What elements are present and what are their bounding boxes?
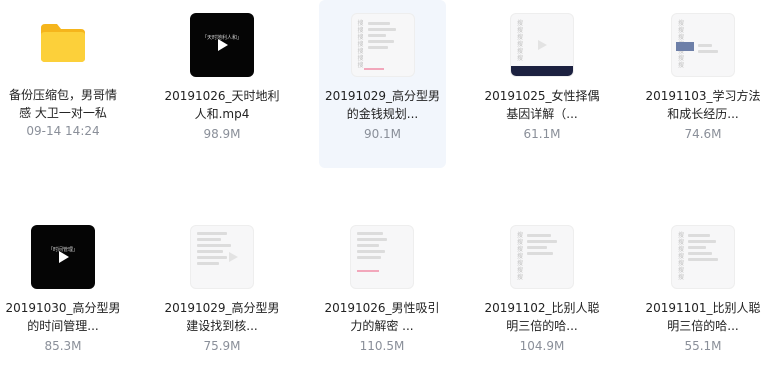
file-item[interactable]: 20191029_高分型男建设找到核... 75.9M [159, 225, 285, 354]
document-thumbnail: 搜搜搜搜搜搜搜 [671, 225, 735, 289]
file-name: 20191026_男性吸引力的解密 ... [324, 301, 440, 333]
file-name: 20191029_高分型男的金钱规划... [324, 89, 441, 121]
file-item-selected[interactable]: 搜搜搜搜搜搜搜 20191029_高分型男的金钱规划... 90.1M [319, 0, 446, 168]
thumbnail-text: 搜搜搜搜搜搜搜 [517, 232, 524, 281]
file-item[interactable]: 「天时地利人和」 20191026_天时地利人和.mp4 98.9M [159, 13, 285, 142]
file-item[interactable]: 20191026_男性吸引力的解密 ... 110.5M [319, 225, 445, 354]
file-name: 20191029_高分型男建设找到核... [164, 301, 280, 333]
thumbnail-text: 搜搜搜搜搜搜搜 [357, 20, 364, 69]
file-item[interactable]: 「时间管理」 20191030_高分型男的时间管理... 85.3M [0, 225, 126, 354]
thumbnail-text: 搜搜搜搜搜搜搜 [678, 232, 685, 281]
document-thumbnail [190, 225, 254, 289]
play-icon [229, 252, 238, 262]
file-item[interactable]: 搜搜搜搜搜搜搜 20191101_比别人聪明三倍的哈... 55.1M [640, 225, 766, 354]
thumbnail-text: 搜搜搜搜搜搜 [517, 20, 524, 62]
file-name: 备份压缩包，男哥情感 大卫一对一私 [8, 88, 117, 120]
file-size: 98.9M [203, 127, 241, 141]
file-size: 110.5M [359, 339, 405, 353]
file-grid: 备份压缩包，男哥情感 大卫一对一私 09-14 14:24 「天时地利人和」 2… [0, 0, 769, 366]
file-size: 75.9M [203, 339, 241, 353]
document-thumbnail: 搜搜搜搜搜搜搜 [510, 225, 574, 289]
file-size: 55.1M [684, 339, 722, 353]
file-size: 74.6M [684, 127, 722, 141]
file-name: 20191102_比别人聪明三倍的哈... [484, 301, 600, 333]
file-name: 20191103_学习方法和成长经历... [645, 89, 761, 121]
play-icon [59, 251, 69, 263]
play-icon [218, 39, 228, 51]
file-name: 20191025_女性择偶基因详解（... [484, 89, 600, 121]
file-name: 20191030_高分型男的时间管理... [5, 301, 121, 333]
file-size: 104.9M [519, 339, 565, 353]
video-thumbnail: 「时间管理」 [31, 225, 95, 289]
file-name: 20191026_天时地利人和.mp4 [164, 89, 280, 121]
document-thumbnail [350, 225, 414, 289]
file-date: 09-14 14:24 [26, 124, 100, 138]
file-item[interactable]: 搜搜搜搜搜搜 20191025_女性择偶基因详解（... 61.1M [479, 13, 605, 142]
document-thumbnail: 搜搜搜搜搜搜搜 [350, 13, 415, 77]
file-item[interactable]: 搜搜搜搜搜搜搜 20191103_学习方法和成长经历... 74.6M [640, 13, 766, 142]
file-size: 61.1M [523, 127, 561, 141]
folder-icon [31, 10, 95, 74]
play-icon [538, 40, 547, 50]
video-thumbnail: 「天时地利人和」 [190, 13, 254, 77]
document-thumbnail: 搜搜搜搜搜搜搜 [671, 13, 735, 77]
file-item[interactable]: 备份压缩包，男哥情感 大卫一对一私 09-14 14:24 [0, 10, 126, 139]
file-name: 20191101_比别人聪明三倍的哈... [645, 301, 761, 333]
file-size: 85.3M [44, 339, 82, 353]
item-toolbar[interactable] [355, 0, 415, 4]
file-item[interactable]: 搜搜搜搜搜搜搜 20191102_比别人聪明三倍的哈... 104.9M [479, 225, 605, 354]
document-thumbnail: 搜搜搜搜搜搜 [510, 13, 574, 77]
file-size: 90.1M [363, 127, 402, 141]
